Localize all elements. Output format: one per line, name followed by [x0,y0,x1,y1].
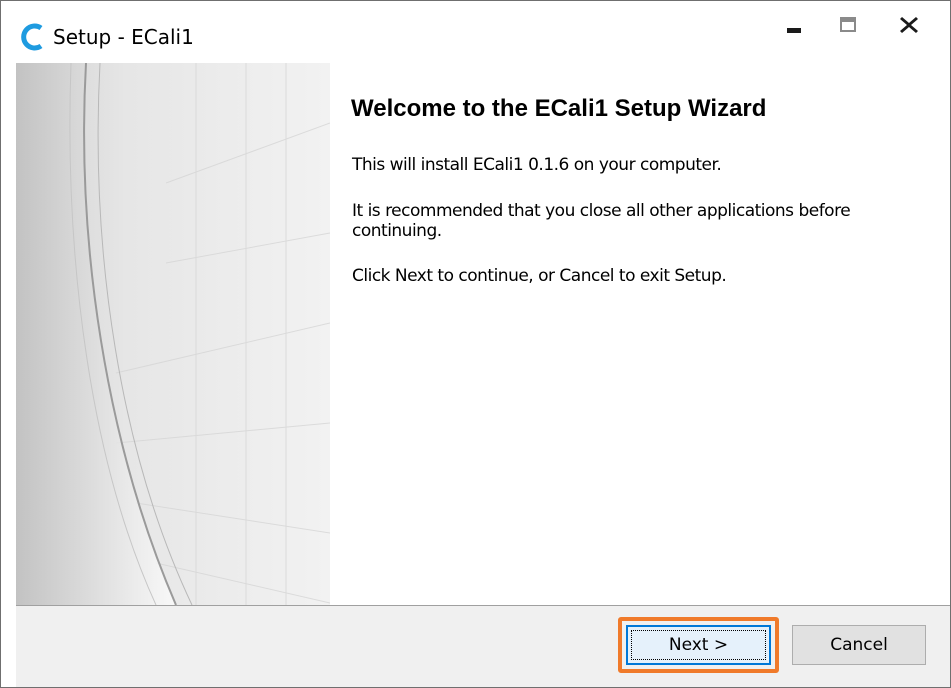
maximize-button[interactable] [825,7,871,47]
cancel-button-label: Cancel [830,635,888,655]
ecali1-app-icon [21,23,45,51]
install-info-text: This will install ECali1 0.1.6 on your c… [352,155,722,175]
minimize-button[interactable] [771,7,817,47]
maximize-icon [838,15,858,39]
button-bar: Next > Cancel [16,606,950,687]
instructions-text: Click Next to continue, or Cancel to exi… [352,266,727,286]
welcome-content-panel: Welcome to the ECali1 Setup Wizard This … [330,63,950,605]
close-apps-text: It is recommended that you close all oth… [352,201,851,241]
cancel-button[interactable]: Cancel [792,625,926,665]
next-button-label: Next > [668,635,729,655]
next-button[interactable]: Next > [626,625,771,665]
minimize-icon [784,15,804,39]
wizard-banner-image [16,63,330,605]
window-title: Setup - ECali1 [53,25,194,49]
page-title: Welcome to the ECali1 Setup Wizard [351,95,767,122]
title-bar[interactable]: Setup - ECali1 [1,1,950,63]
close-icon [898,14,920,40]
close-button[interactable] [886,7,932,47]
setup-window: Setup - ECali1 Welcome to the ECali1 Set… [0,0,951,688]
